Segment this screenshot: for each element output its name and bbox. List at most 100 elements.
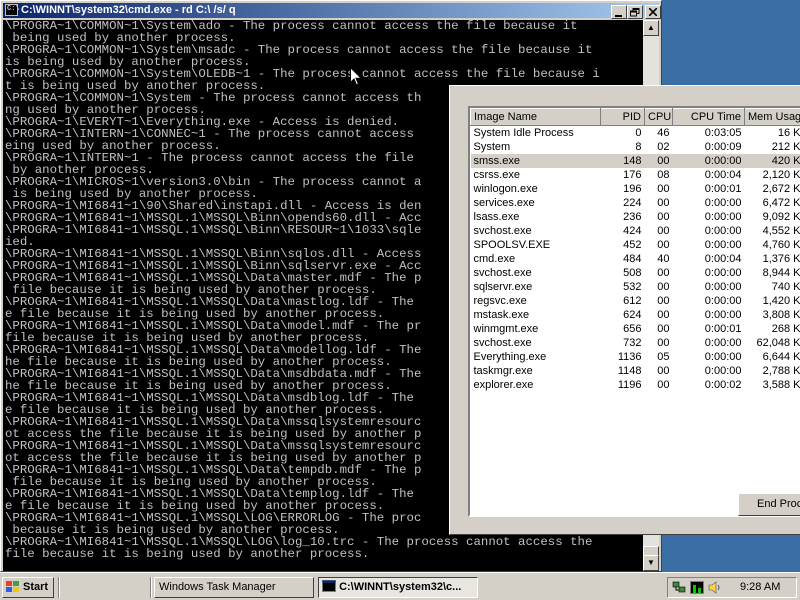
process-cell-mem-usage: 3,808 K xyxy=(762,309,800,321)
cmd-titlebar[interactable]: C:\ C:\WINNT\system32\cmd.exe - rd C:\ /… xyxy=(3,3,661,19)
process-row[interactable]: services.exe 224 00 0:00:00 6,472 K xyxy=(471,196,800,210)
process-cell-pid: 0 xyxy=(635,127,642,139)
process-cell-cpu: 00 xyxy=(657,197,670,209)
process-cell-image-name: System xyxy=(473,141,511,153)
process-cell-pid: 508 xyxy=(623,267,642,279)
process-cell-mem-usage: 4,552 K xyxy=(762,225,800,237)
process-cell-mem-usage: 62,048 K xyxy=(756,337,800,349)
process-cell-cpu: 00 xyxy=(657,365,670,377)
process-cell-cpu: 00 xyxy=(644,154,673,168)
process-row[interactable]: svchost.exe 732 00 0:00:00 62,048 K xyxy=(471,336,800,350)
minimize-button[interactable] xyxy=(611,5,627,19)
process-row[interactable]: winlogon.exe 196 00 0:00:01 2,672 K xyxy=(471,182,800,196)
taskbar-separator xyxy=(150,577,152,598)
taskbar-button-label: C:\WINNT\system32\c... xyxy=(339,581,462,593)
process-cell-cpu-time: 0:00:00 xyxy=(704,225,742,237)
process-cell-pid: 532 xyxy=(623,281,642,293)
taskbar-button-label: Windows Task Manager xyxy=(159,581,276,593)
process-table-header: Image NamePIDCPUCPU TimeMem Usage xyxy=(470,108,800,126)
process-row[interactable]: cmd.exe 484 40 0:00:04 1,376 K xyxy=(471,252,800,266)
process-cell-cpu: 02 xyxy=(657,141,670,153)
process-cell-cpu: 00 xyxy=(657,183,670,195)
process-cell-image-name: winmgmt.exe xyxy=(473,323,539,335)
taskbar-button-task-manager[interactable]: Windows Task Manager xyxy=(154,577,314,598)
process-cell-image-name: services.exe xyxy=(473,197,535,209)
process-list[interactable]: Image NamePIDCPUCPU TimeMem Usage System… xyxy=(468,106,800,517)
process-row[interactable]: svchost.exe 508 00 0:00:00 8,944 K xyxy=(471,266,800,280)
process-cell-pid: 624 xyxy=(623,309,642,321)
process-cell-cpu-time: 0:00:00 xyxy=(704,281,742,293)
network-tray-icon[interactable] xyxy=(672,581,686,594)
process-row[interactable]: SPOOLSV.EXE 452 00 0:00:00 4,760 K xyxy=(471,238,800,252)
process-row[interactable]: smss.exe 148 00 0:00:00 420 K xyxy=(470,154,800,168)
process-cell-pid: 196 xyxy=(623,183,642,195)
process-cell-pid: 656 xyxy=(623,323,642,335)
process-row[interactable]: regsvc.exe 612 00 0:00:00 1,420 K xyxy=(471,294,800,308)
process-cell-cpu: 40 xyxy=(657,253,670,265)
scroll-up-button[interactable]: ▲ xyxy=(643,20,659,36)
process-row[interactable]: winmgmt.exe 656 00 0:00:01 268 K xyxy=(471,322,800,336)
process-row[interactable]: explorer.exe 1196 00 0:00:02 3,588 K xyxy=(471,378,800,392)
process-row[interactable]: System Idle Process 0 46 0:03:05 16 K xyxy=(471,126,800,141)
process-cell-cpu-time: 0:00:00 xyxy=(704,239,742,251)
process-cell-pid: 1196 xyxy=(617,379,642,391)
process-row[interactable]: mstask.exe 624 00 0:00:00 3,808 K xyxy=(471,308,800,322)
process-cell-image-name: svchost.exe xyxy=(473,337,532,349)
process-cell-image-name: csrss.exe xyxy=(473,169,520,181)
process-cell-image-name: SPOOLSV.EXE xyxy=(473,239,551,251)
process-cell-cpu: 00 xyxy=(657,337,670,349)
process-cell-cpu-time: 0:00:04 xyxy=(704,169,742,181)
process-cell-cpu: 05 xyxy=(657,351,670,363)
column-header-pid[interactable]: PID xyxy=(600,108,645,126)
maximize-icon xyxy=(630,8,640,17)
process-cell-pid: 148 xyxy=(600,154,645,168)
process-cell-pid: 224 xyxy=(623,197,642,209)
mouse-cursor-icon xyxy=(350,67,362,86)
process-cell-pid: 236 xyxy=(623,211,642,223)
process-cell-image-name: lsass.exe xyxy=(473,211,520,223)
process-cell-pid: 176 xyxy=(623,169,642,181)
scroll-down-button[interactable]: ▼ xyxy=(643,555,659,571)
maximize-button[interactable] xyxy=(627,5,643,19)
column-header-cpu[interactable]: CPU xyxy=(644,108,673,126)
process-cell-cpu-time: 0:00:02 xyxy=(704,379,742,391)
start-button[interactable]: Start xyxy=(2,577,54,598)
process-row[interactable]: Everything.exe 1136 05 0:00:00 6,644 K xyxy=(471,350,800,364)
process-cell-image-name: svchost.exe xyxy=(473,267,532,279)
column-header-image-name[interactable]: Image Name xyxy=(470,108,601,126)
cmd-window-title: C:\WINNT\system32\cmd.exe - rd C:\ /s/ q xyxy=(21,4,236,16)
process-cell-image-name: System Idle Process xyxy=(473,127,574,139)
process-cell-image-name: explorer.exe xyxy=(473,379,534,391)
process-cell-cpu-time: 0:00:00 xyxy=(704,267,742,279)
process-cell-pid: 1148 xyxy=(617,365,642,377)
column-header-cpu-time[interactable]: CPU Time xyxy=(672,108,745,126)
process-cell-cpu: 00 xyxy=(657,309,670,321)
cmd-taskbar-icon xyxy=(322,580,336,592)
process-cell-image-name: svchost.exe xyxy=(473,225,532,237)
process-row[interactable]: taskmgr.exe 1148 00 0:00:00 2,788 K xyxy=(471,364,800,378)
process-row[interactable]: sqlservr.exe 532 00 0:00:00 740 K xyxy=(471,280,800,294)
column-header-mem-usage[interactable]: Mem Usage xyxy=(744,108,800,126)
cmd-window-icon[interactable]: C:\ xyxy=(5,4,20,16)
windows-flag-icon xyxy=(6,581,20,593)
volume-tray-icon[interactable] xyxy=(708,581,722,594)
minimize-icon xyxy=(615,15,622,17)
process-row[interactable]: lsass.exe 236 00 0:00:00 9,092 K xyxy=(471,210,800,224)
process-cell-cpu: 00 xyxy=(657,281,670,293)
process-cell-pid: 1136 xyxy=(617,351,642,363)
scroll-up-icon: ▲ xyxy=(647,23,655,32)
taskbar-button-cmd[interactable]: C:\WINNT\system32\c... xyxy=(318,577,478,598)
process-row[interactable]: System 8 02 0:00:09 212 K xyxy=(471,140,800,154)
end-process-button[interactable]: End Proc xyxy=(738,493,800,516)
process-cell-mem-usage: 6,644 K xyxy=(762,351,800,363)
task-manager-tray-icon[interactable] xyxy=(690,581,704,594)
scroll-down-icon: ▼ xyxy=(647,558,655,567)
close-icon xyxy=(648,7,658,17)
process-row[interactable]: csrss.exe 176 08 0:00:04 2,120 K xyxy=(471,168,800,182)
close-button[interactable] xyxy=(645,5,661,19)
task-manager-window[interactable]: Image NamePIDCPUCPU TimeMem Usage System… xyxy=(449,85,800,535)
process-cell-cpu: 00 xyxy=(657,323,670,335)
process-cell-mem-usage: 740 K xyxy=(771,281,800,293)
process-row[interactable]: svchost.exe 424 00 0:00:00 4,552 K xyxy=(471,224,800,238)
process-cell-cpu: 00 xyxy=(657,267,670,279)
